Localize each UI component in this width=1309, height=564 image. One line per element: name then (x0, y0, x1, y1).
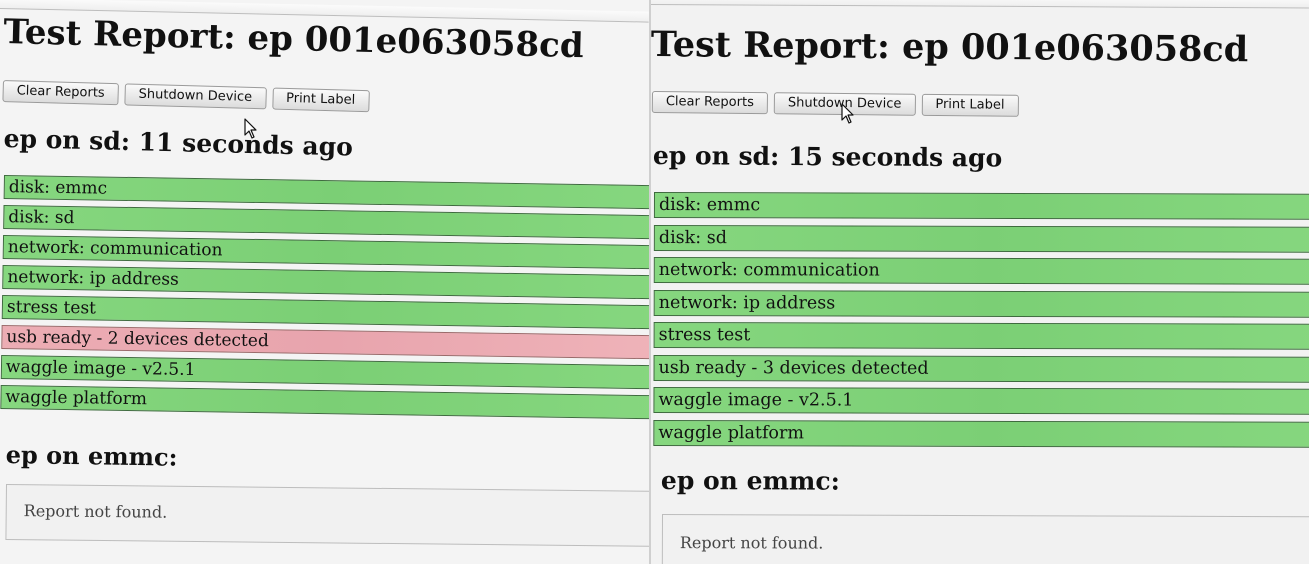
test-row-network-ip-address: network: ip address (2, 264, 649, 300)
emmc-report-message: Report not found. (661, 514, 1309, 564)
page-title: Test Report: ep 001e063058cd (651, 24, 1249, 71)
test-row-waggle-image: waggle image - v2.5.1 (0, 354, 649, 390)
mouse-pointer-icon (841, 103, 854, 124)
test-row-network-communication: network: communication (653, 256, 1309, 285)
right-screen: Test Report: ep 001e063058cd Clear Repor… (651, 0, 1309, 564)
window-top-edge (651, 0, 1309, 9)
clear-reports-button[interactable]: Clear Reports (651, 91, 768, 115)
sd-report-heading: ep on sd: 15 seconds ago (652, 141, 1003, 173)
page-title: Test Report: ep 001e063058cd (3, 12, 585, 67)
test-row-waggle-platform: waggle platform (653, 419, 1309, 448)
test-row-disk-sd: disk: sd (3, 204, 649, 240)
left-screen: Test Report: ep 001e063058cd Clear Repor… (0, 0, 649, 564)
print-label-button[interactable]: Print Label (921, 93, 1019, 117)
print-label-button[interactable]: Print Label (271, 87, 370, 113)
test-row-waggle-image: waggle image - v2.5.1 (653, 386, 1309, 415)
emmc-report-message: Report not found. (5, 484, 649, 547)
sd-test-list: disk: emmc disk: sd network: communicati… (653, 192, 1309, 454)
test-row-disk-emmc: disk: emmc (3, 175, 649, 210)
emmc-report-heading: ep on emmc: (5, 440, 178, 472)
emmc-report-heading: ep on emmc: (660, 466, 840, 496)
test-row-network-ip-address: network: ip address (653, 289, 1309, 318)
test-row-usb-ready: usb ready - 2 devices detected (1, 324, 649, 360)
test-row-disk-sd: disk: sd (653, 224, 1309, 253)
photo-of-two-screens: Test Report: ep 001e063058cd Clear Repor… (0, 0, 1309, 564)
sd-test-list: disk: emmc disk: sd network: communicati… (0, 175, 649, 425)
test-row-waggle-platform: waggle platform (0, 384, 649, 420)
test-row-stress-test: stress test (653, 321, 1309, 350)
action-buttons: Clear Reports Shutdown Device Print Labe… (2, 80, 370, 113)
test-row-usb-ready: usb ready - 3 devices detected (653, 354, 1309, 383)
action-buttons: Clear Reports Shutdown Device Print Labe… (651, 91, 1019, 117)
test-row-network-communication: network: communication (2, 234, 649, 270)
shutdown-device-button[interactable]: Shutdown Device (124, 83, 267, 110)
test-row-stress-test: stress test (1, 294, 649, 330)
clear-reports-button[interactable]: Clear Reports (2, 80, 119, 106)
sd-report-heading: ep on sd: 11 seconds ago (3, 124, 354, 162)
test-row-disk-emmc: disk: emmc (653, 192, 1309, 220)
